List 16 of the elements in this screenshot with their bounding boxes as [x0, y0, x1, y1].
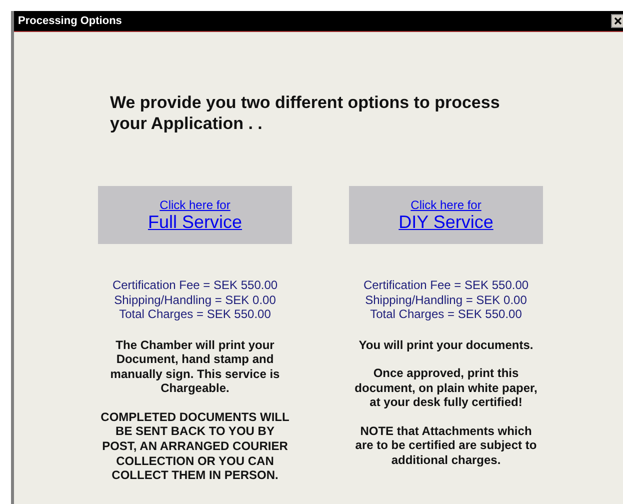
heading: We provide you two different options to process your Application . . [110, 92, 501, 134]
description-text: The Chamber will print your Document, hand stamp and manually sign. This service is Chargeable. [109, 338, 281, 396]
service-link-button[interactable]: Click here for Full Service [98, 186, 292, 244]
description-text: You will print your documents. [358, 338, 534, 352]
fee-line: Certification Fee = SEK 550.00 [112, 278, 278, 292]
fee-line: Total Charges = SEK 550.00 [369, 307, 523, 322]
fee-line: Shipping/Handling = SEK 0.00 [364, 292, 528, 307]
description-text: COMPLETED DOCUMENTS WILL BE SENT BACK TO YOU BY POST, AN ARRANGED COURIER COLLECTION OR YOU CAN COLLECT THEM IN PERSON. [100, 410, 290, 483]
close-icon[interactable] [611, 14, 623, 28]
fee-line: Total Charges = SEK 550.00 [118, 307, 272, 322]
window-title: Processing Options [17, 15, 122, 27]
fee-line: Certification Fee = SEK 550.00 [363, 278, 529, 292]
description-text: Once approved, print this document, on plain white paper, at your desk fully certified! [354, 366, 538, 410]
fee-line: Shipping/Handling = SEK 0.00 [113, 292, 277, 307]
service-link-button[interactable]: Click here for DIY Service [349, 186, 543, 244]
description-text: NOTE that Attachments which are to be certified are subject to additional charges. [354, 424, 538, 468]
